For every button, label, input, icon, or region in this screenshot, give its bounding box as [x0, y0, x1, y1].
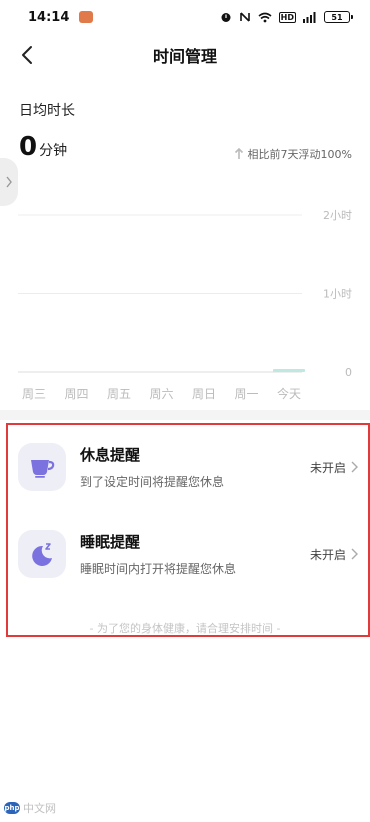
chevron-right-icon	[351, 548, 358, 560]
sleep-reminder-icon-box	[18, 530, 66, 578]
status-time: 14:14	[28, 9, 70, 25]
rest-reminder-status[interactable]: 未开启	[310, 459, 358, 476]
rest-reminder-desc: 到了设定时间将提醒您休息	[80, 475, 225, 489]
arrow-up-icon	[234, 148, 243, 159]
x-tick-label: 今天	[277, 386, 301, 401]
sleep-reminder-desc: 睡眠时间内打开将提醒您休息	[80, 562, 237, 576]
cup-icon	[31, 460, 55, 478]
sleep-reminder-title: 睡眠提醒	[80, 533, 141, 551]
app-notification-icon	[79, 11, 94, 23]
chart-bar	[273, 369, 305, 372]
daily-average-unit: 分钟	[39, 143, 68, 159]
rest-reminder-item[interactable]: 休息提醒 到了设定时间将提醒您休息 未开启	[18, 435, 358, 499]
nav-header: 时间管理	[0, 34, 370, 76]
rest-reminder-title: 休息提醒	[80, 446, 141, 464]
nfc-icon	[239, 11, 251, 23]
page-title: 时间管理	[152, 47, 217, 66]
x-tick-label: 周六	[149, 387, 173, 401]
rest-reminder-text: 休息提醒 到了设定时间将提醒您休息	[80, 444, 310, 490]
chevron-right-icon	[6, 176, 12, 188]
daily-average-value: 0 分钟	[19, 132, 67, 162]
php-logo-icon: php	[4, 802, 20, 814]
wifi-icon	[258, 12, 272, 23]
health-tip: - 为了您的身体健康，请合理安排时间 -	[89, 622, 281, 635]
chevron-right-icon	[351, 461, 358, 473]
section-divider	[0, 410, 370, 420]
cell-signal-icon	[303, 11, 317, 23]
x-tick-label: 周日	[192, 387, 216, 401]
rest-reminder-icon-box	[18, 443, 66, 491]
x-tick-label: 周一	[234, 387, 258, 401]
x-tick-label: 周三	[22, 387, 46, 401]
chevron-left-icon	[22, 46, 32, 64]
hd-icon: HD	[278, 11, 296, 23]
rest-reminder-status-label: 未开启	[309, 460, 346, 475]
watermark: php 中文网	[4, 800, 56, 816]
alarm-icon	[220, 11, 232, 23]
sleep-reminder-status[interactable]: 未开启	[310, 546, 358, 563]
battery-indicator: 51	[324, 11, 353, 23]
status-right: HD 51	[220, 11, 353, 23]
sleep-reminder-text: 睡眠提醒 睡眠时间内打开将提醒您休息	[80, 531, 310, 577]
sleep-reminder-status-label: 未开启	[309, 547, 346, 562]
time-management-screen: 14:14 HD 51 时间管理 日均时长 0 分钟 相比前7天浮动100% 2…	[0, 0, 370, 822]
y-tick-label: 2小时	[323, 209, 352, 222]
watermark-text: 中文网	[23, 802, 56, 815]
y-tick-label: 0	[345, 366, 352, 379]
daily-average-number: 0	[19, 132, 38, 162]
back-button[interactable]	[14, 42, 40, 68]
moon-icon	[32, 543, 52, 566]
sleep-reminder-item[interactable]: 睡眠提醒 睡眠时间内打开将提醒您休息 未开启	[18, 522, 358, 586]
usage-chart: 2小时 1小时 0 周三 周四 周五 周六 周日 周一 今天	[18, 209, 352, 401]
y-tick-label: 1小时	[323, 288, 352, 301]
x-tick-label: 周五	[107, 387, 131, 401]
status-left: 14:14	[28, 9, 94, 25]
x-tick-label: 周四	[64, 387, 88, 401]
status-bar: 14:14 HD 51	[0, 0, 370, 34]
compare-info: 相比前7天浮动100%	[234, 146, 352, 162]
compare-text: 相比前7天浮动100%	[247, 148, 352, 161]
daily-average-label: 日均时长	[19, 103, 75, 119]
